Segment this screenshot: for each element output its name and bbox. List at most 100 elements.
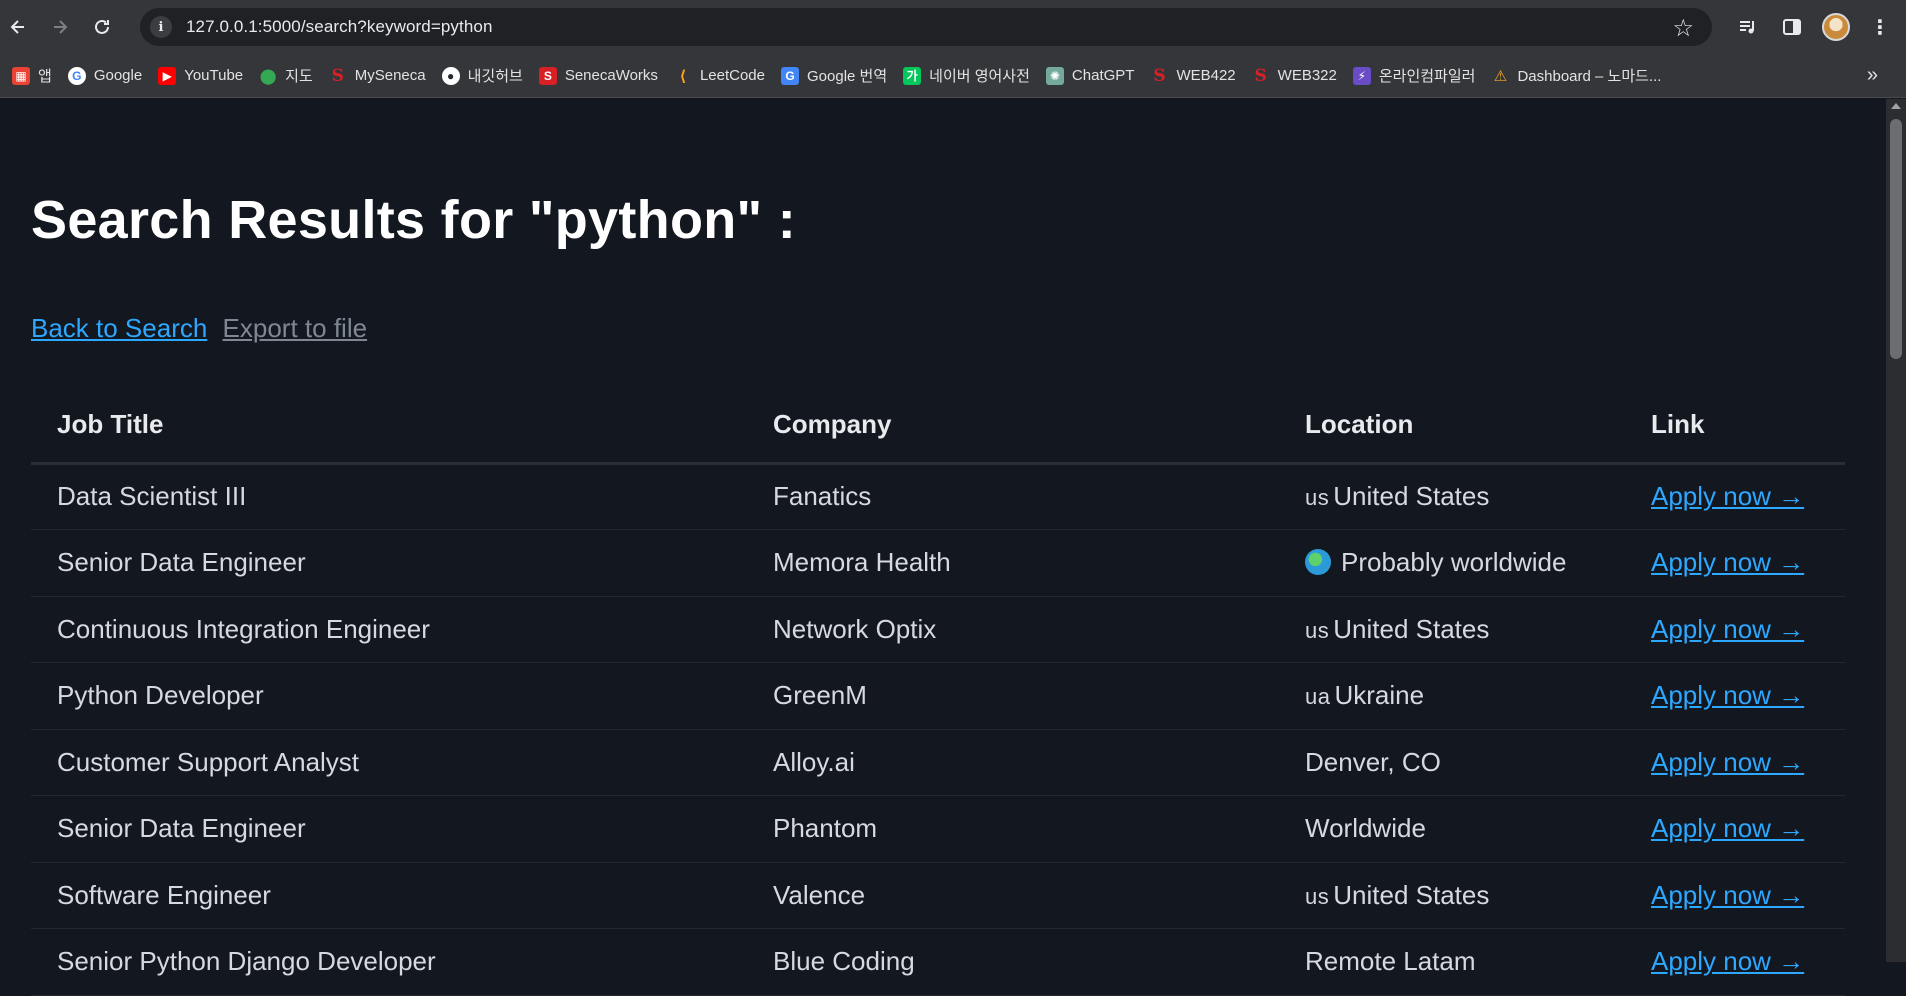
job-title-cell: Senior Data Engineer bbox=[31, 529, 747, 597]
address-bar[interactable]: i 127.0.0.1:5000/search?keyword=python ☆ bbox=[140, 8, 1712, 46]
chatgpt-icon: ✺ bbox=[1045, 66, 1064, 85]
apply-link-cell: Apply now → bbox=[1625, 795, 1845, 863]
job-title-cell-text: Senior Python Django Developer bbox=[57, 946, 436, 977]
bookmark-item[interactable]: S WEB322 bbox=[1244, 60, 1345, 92]
apply-link-cell-text[interactable]: Apply now → bbox=[1651, 614, 1804, 644]
seneca-square-icon: S bbox=[538, 66, 557, 85]
country-flag-code: us bbox=[1305, 617, 1330, 643]
page-scrollbar[interactable] bbox=[1886, 99, 1906, 962]
apply-link-cell-text[interactable]: Apply now → bbox=[1651, 547, 1804, 577]
table-row: Continuous Integration Engineer Network O… bbox=[31, 596, 1845, 663]
bookmark-item[interactable]: ✺ ChatGPT bbox=[1038, 60, 1143, 92]
location-cell: Denver, CO bbox=[1279, 729, 1625, 796]
table-row: Customer Support Analyst Alloy.ai Denver, … bbox=[31, 729, 1845, 796]
github-icon: ● bbox=[441, 66, 460, 85]
column-header-link: Link bbox=[1625, 387, 1845, 465]
location-cell: us United States bbox=[1279, 862, 1625, 929]
bookmark-item[interactable]: ▦ 앱 bbox=[4, 60, 60, 92]
apply-link-cell: Apply now → bbox=[1625, 729, 1845, 796]
company-cell-text: Network Optix bbox=[773, 613, 937, 644]
company-cell: Memora Health bbox=[747, 529, 1279, 597]
job-title-cell: Senior Data Engineer bbox=[31, 795, 747, 863]
bookmark-item[interactable]: ⚠ Dashboard – 노마드... bbox=[1483, 60, 1669, 92]
apply-link-cell-text[interactable]: Apply now → bbox=[1651, 813, 1804, 843]
bookmark-item[interactable]: 가 네이버 영어사전 bbox=[895, 60, 1038, 92]
apply-link-cell-text[interactable]: Apply now → bbox=[1651, 747, 1804, 777]
bookmarks-bar: ▦ 앱 G Google ▶ YouTube ⬤ 지도 S MySeneca ● 내깃허브 S Senec… bbox=[0, 54, 1906, 98]
location-cell: us United States bbox=[1279, 596, 1625, 663]
apply-link-cell: Apply now → bbox=[1625, 463, 1845, 530]
bookmark-item[interactable]: ⟨ LeetCode bbox=[666, 60, 773, 92]
apply-link-cell-text[interactable]: Apply now → bbox=[1651, 946, 1804, 976]
bookmark-item[interactable]: S WEB422 bbox=[1142, 60, 1243, 92]
seneca-icon: S bbox=[331, 65, 344, 86]
reload-icon[interactable] bbox=[84, 9, 120, 45]
company-cell: Fanatics bbox=[747, 463, 1279, 530]
country-flag-code: us bbox=[1305, 485, 1330, 511]
company-cell: Network Optix bbox=[747, 596, 1279, 663]
company-cell: Phantom bbox=[747, 795, 1279, 863]
menu-kebab-icon[interactable]: ⋮ bbox=[1860, 7, 1900, 47]
company-cell-text: Blue Coding bbox=[773, 946, 915, 977]
job-title-cell-text: Customer Support Analyst bbox=[57, 746, 360, 777]
media-queue-icon[interactable] bbox=[1728, 7, 1768, 47]
action-links: Back to Search Export to file bbox=[31, 313, 367, 344]
bookmark-item[interactable]: S SenecaWorks bbox=[531, 60, 666, 92]
company-cell-text: Alloy.ai bbox=[773, 746, 855, 777]
location-text: Ukraine bbox=[1334, 680, 1425, 711]
apply-link-cell: Apply now → bbox=[1625, 662, 1845, 730]
bookmark-star-icon[interactable]: ☆ bbox=[1672, 14, 1694, 43]
apply-link-cell-text[interactable]: Apply now → bbox=[1651, 680, 1804, 710]
apply-link-cell-text[interactable]: Apply now → bbox=[1651, 481, 1804, 511]
bookmark-label: 지도 bbox=[285, 68, 313, 85]
table-row: Senior Data Engineer Memora Health Probabl… bbox=[31, 529, 1845, 597]
bolt-icon: ⚡ bbox=[1352, 66, 1371, 85]
bookmark-label: 온라인컴파일러 bbox=[1378, 68, 1476, 85]
bookmark-item[interactable]: G Google bbox=[60, 60, 150, 92]
side-panel-icon[interactable] bbox=[1772, 7, 1812, 47]
bookmarks-overflow-icon[interactable]: » bbox=[1867, 64, 1878, 87]
job-title-cell-text: Continuous Integration Engineer bbox=[57, 613, 430, 644]
scroll-up-arrow-icon[interactable] bbox=[1891, 103, 1901, 109]
column-header-job-title: Job Title bbox=[31, 387, 747, 465]
job-title-cell: Customer Support Analyst bbox=[31, 729, 747, 796]
site-info-icon[interactable]: i bbox=[150, 16, 172, 38]
bookmark-item[interactable]: ⚡ 온라인컴파일러 bbox=[1345, 60, 1484, 92]
bookmark-label: Google 번역 bbox=[807, 68, 888, 85]
page-content: Search Results for "python" : Back to Se… bbox=[0, 99, 1886, 996]
toolbar-actions: ⋮ bbox=[1728, 0, 1906, 54]
country-flag-code: ua bbox=[1305, 684, 1331, 710]
table-header-row: Job Title Company Location Link bbox=[31, 387, 1845, 465]
scrollbar-thumb[interactable] bbox=[1890, 119, 1902, 359]
country-flag-code: us bbox=[1305, 883, 1330, 909]
table-row: Python Developer GreenM ua Ukraine Apply now… bbox=[31, 662, 1845, 730]
profile-avatar[interactable] bbox=[1816, 7, 1856, 47]
company-cell-text: Memora Health bbox=[773, 547, 951, 578]
job-title-cell-text: Python Developer bbox=[57, 680, 264, 711]
url-text[interactable]: 127.0.0.1:5000/search?keyword=python bbox=[186, 17, 493, 37]
bookmark-label: SenecaWorks bbox=[564, 67, 658, 84]
job-title-cell: Continuous Integration Engineer bbox=[31, 596, 747, 663]
company-cell-text: Phantom bbox=[773, 813, 878, 844]
bookmark-label: Google bbox=[93, 67, 143, 84]
avatar bbox=[1822, 13, 1850, 41]
back-arrow-icon[interactable] bbox=[0, 9, 36, 45]
job-title-cell-text: Senior Data Engineer bbox=[57, 813, 306, 844]
job-title-cell: Data Scientist III bbox=[31, 463, 747, 530]
company-cell-text: Fanatics bbox=[773, 481, 872, 512]
naver-dict-icon: 가 bbox=[903, 66, 922, 85]
apply-link-cell-text[interactable]: Apply now → bbox=[1651, 880, 1804, 910]
bookmark-item[interactable]: S MySeneca bbox=[321, 60, 434, 92]
bookmark-item[interactable]: G Google 번역 bbox=[773, 60, 895, 92]
forward-arrow-icon[interactable] bbox=[42, 9, 78, 45]
export-to-file-link[interactable]: Export to file bbox=[223, 313, 368, 343]
bookmark-label: LeetCode bbox=[699, 67, 765, 84]
back-to-search-link[interactable]: Back to Search bbox=[31, 313, 207, 343]
job-title-cell: Software Engineer bbox=[31, 862, 747, 929]
company-cell-text: Valence bbox=[773, 879, 866, 910]
bookmark-item[interactable]: ● 내깃허브 bbox=[434, 60, 531, 92]
bookmark-label: WEB322 bbox=[1277, 67, 1337, 84]
location-text: Remote Latam bbox=[1305, 946, 1476, 977]
bookmark-item[interactable]: ▶ YouTube bbox=[150, 60, 251, 92]
bookmark-item[interactable]: ⬤ 지도 bbox=[251, 60, 321, 92]
